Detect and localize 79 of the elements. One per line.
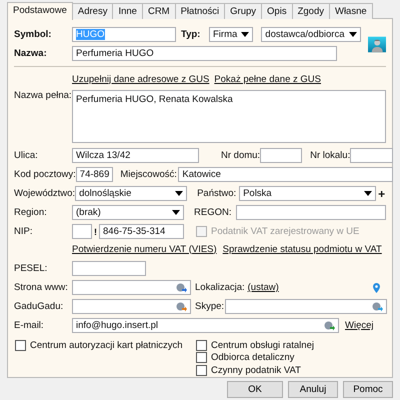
region-dropdown[interactable]: (brak) [72,205,184,220]
full-name-field[interactable]: Perfumeria HUGO, Renata Kowalska [72,90,386,143]
gadugadu-label: GaduGadu: [14,301,64,312]
dropdown-arrow-icon [364,191,372,196]
street-field[interactable]: Wilcza 13/42 [72,148,199,163]
vat-link[interactable]: Sprawdzenie statusu podmiotu w VAT [222,244,382,254]
warning-mark: ! [93,226,98,236]
pesel-label: PESEL: [14,263,48,274]
globe-icon[interactable] [176,302,187,312]
checkbox-icon[interactable] [196,352,207,364]
type-dropdown[interactable]: Firma [209,27,254,42]
globe-icon[interactable] [324,320,335,330]
symbol-label: Symbol: [14,29,52,40]
globe-icon[interactable] [176,282,187,292]
nip-prefix-field[interactable] [72,224,92,239]
tab[interactable]: Inne [112,3,143,19]
checkbox[interactable]: Czynny podatnik VAT [196,364,314,376]
email-field[interactable]: info@hugo.insert.pl [72,318,339,333]
regon-field[interactable] [236,205,386,220]
nip-label: NIP: [14,226,34,237]
type-label: Typ: [181,29,202,40]
dropdown-arrow-icon [241,32,250,37]
dropdown-arrow-icon [348,32,356,37]
gus-link[interactable]: Pokaż pełne dane z GUS [214,74,321,84]
location-pin-icon[interactable] [373,282,380,292]
email-label: E-mail: [14,320,45,331]
dialog-button[interactable]: Pomoc [343,381,393,398]
checkbox[interactable]: Centrum obsługi ratalnej [196,339,314,352]
nip-field[interactable]: 846-75-35-314 [99,224,184,239]
dialog-button[interactable]: OK [227,381,283,398]
skype-field[interactable] [225,299,387,314]
gadugadu-field[interactable] [72,299,191,314]
tab[interactable]: Własne [328,3,373,19]
tab[interactable]: Zgody [292,3,330,19]
vat-link[interactable]: Potwierdzenie numeru VAT (VIES) [72,244,217,254]
checkbox[interactable]: Odbiorca detaliczny [196,352,314,364]
vat-eu-checkbox: Podatnik VAT zarejestrowany w UE [196,225,360,238]
checkbox[interactable]: Centrum autoryzacji kart płatniczych [15,339,196,352]
country-label: Państwo: [197,188,238,199]
apartment-label: Nr lokalu: [310,150,350,161]
more-link[interactable]: Więcej [345,320,374,331]
location-label: Lokalizacja: [195,282,245,293]
dropdown-arrow-icon [175,191,184,196]
tab[interactable]: Adresy [72,3,114,19]
regon-label: REGON: [194,207,232,218]
skype-label: Skype: [195,301,225,312]
city-label: Miejscowość: [120,169,178,180]
dropdown-arrow-icon [172,210,180,215]
set-location-link[interactable]: (ustaw) [248,282,279,293]
tab[interactable]: Grupy [224,3,262,19]
checkbox-icon[interactable] [15,340,26,351]
gus-link[interactable]: Uzupełnij dane adresowe z GUS [72,74,210,84]
tab[interactable]: Opis [261,3,293,19]
country-dropdown[interactable]: Polska [239,186,376,201]
tab[interactable]: Podstawowe [7,2,73,20]
dialog-button[interactable]: Anuluj [288,381,338,398]
role-dropdown[interactable]: dostawca/odbiorca [261,27,360,42]
add-button[interactable]: + [376,186,388,201]
house-number-field[interactable] [260,148,302,163]
street-label: Ulica: [14,150,39,161]
province-label: Województwo: [14,188,76,199]
checkbox-icon[interactable] [196,340,207,351]
pesel-field[interactable] [72,261,146,276]
postal-code-field[interactable]: 74-869 [76,167,114,182]
full-name-label: Nazwa pełna: [14,90,72,103]
website-field[interactable] [72,280,191,295]
city-field[interactable]: Katowice [178,167,394,182]
checkbox-icon[interactable] [196,364,207,376]
name-field[interactable]: Perfumeria HUGO [72,46,337,61]
apartment-field[interactable] [350,148,394,163]
region-label: Region: [14,207,48,218]
globe-icon[interactable] [372,302,383,312]
province-dropdown[interactable]: dolnośląskie [75,186,188,201]
postal-code-label: Kod pocztowy: [14,169,76,180]
house-number-label: Nr domu: [221,150,260,161]
name-label: Nazwa: [14,48,48,59]
tab[interactable]: CRM [142,3,176,19]
website-label: Strona www: [14,282,69,293]
tab[interactable]: Płatności [174,3,226,19]
